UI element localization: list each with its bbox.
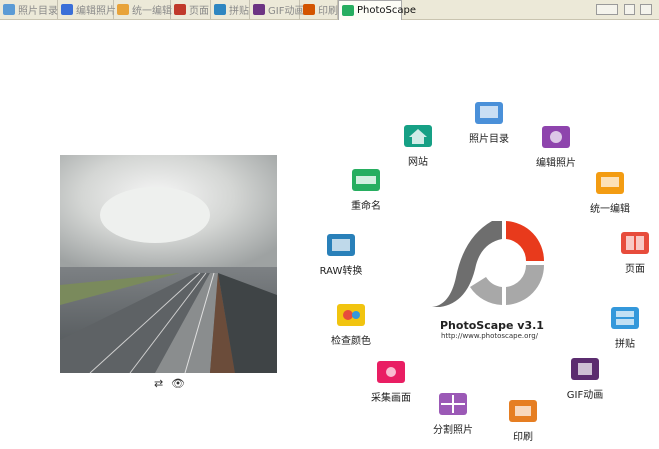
- menu-label: 统一编辑: [590, 204, 630, 215]
- menu-batch-editor[interactable]: 统一编辑: [575, 168, 645, 215]
- menu-combine[interactable]: 拼贴: [590, 303, 659, 350]
- screen-capture-icon: [374, 357, 408, 387]
- menu-photo-browser[interactable]: 照片目录: [454, 98, 524, 145]
- menu-screen-capture[interactable]: 采集画面: [356, 357, 426, 404]
- menu-rename[interactable]: 重命名: [331, 165, 401, 212]
- tab-label: 拼贴: [229, 6, 249, 17]
- film-icon: [568, 354, 602, 384]
- color-picker-icon: [334, 300, 368, 330]
- photo-browser-icon: [3, 4, 15, 15]
- tab-label: GIF动画: [268, 6, 305, 17]
- print-icon: [303, 4, 315, 15]
- menu-label: 检查颜色: [331, 336, 371, 347]
- menu-label: 拼贴: [615, 339, 635, 350]
- tab-combine[interactable]: 拼贴: [211, 0, 250, 19]
- house-icon: [401, 121, 435, 151]
- raw-converter-icon: [324, 230, 358, 260]
- page-icon: [618, 228, 652, 258]
- tab-label: 编辑照片: [76, 6, 116, 17]
- tab-gif[interactable]: GIF动画: [250, 0, 304, 19]
- website-link[interactable]: http://www.photoscape.org/: [441, 332, 538, 340]
- camera-icon: [539, 122, 573, 152]
- menu-label: 照片目录: [469, 134, 509, 145]
- photo-browser-icon: [472, 98, 506, 128]
- photoscape-tab-icon: [342, 5, 354, 16]
- slideshow-photo: [60, 155, 277, 373]
- menu-website[interactable]: 网站: [383, 121, 453, 168]
- restore-window-button[interactable]: [624, 4, 635, 15]
- menu-raw-converter[interactable]: RAW转换: [306, 230, 376, 277]
- page-icon: [174, 4, 186, 15]
- tab-label: PhotoScape: [357, 5, 416, 16]
- tab-label: 统一编辑: [132, 6, 172, 17]
- menu-page[interactable]: 页面: [600, 228, 659, 275]
- menu-print[interactable]: 印刷: [488, 396, 558, 443]
- tab-label: 照片目录: [18, 6, 58, 17]
- menu-label: RAW转换: [319, 266, 363, 277]
- tab-label: 印刷: [318, 6, 338, 17]
- menu-label: 采集画面: [371, 393, 411, 404]
- tab-editor[interactable]: 编辑照片: [58, 0, 116, 19]
- help-button[interactable]: [640, 4, 652, 15]
- tab-photoscape[interactable]: PhotoScape: [338, 0, 416, 20]
- rotate-slideshow-button[interactable]: ⇄: [154, 377, 163, 390]
- menu-label: 分割照片: [433, 425, 473, 436]
- menu-color-picker[interactable]: 检查颜色: [316, 300, 386, 347]
- combine-icon: [214, 4, 226, 15]
- menu-label: 网站: [408, 157, 428, 168]
- app-version: PhotoScape v3.1: [440, 319, 544, 332]
- tab-bar: 照片目录 编辑照片 统一编辑 页面 拼贴 GIF动画 印刷 PhotoScape: [0, 0, 659, 20]
- menu-label: 页面: [625, 264, 645, 275]
- menu-splitter[interactable]: 分割照片: [418, 389, 488, 436]
- menu-toggle-button[interactable]: [596, 4, 618, 15]
- tab-page[interactable]: 页面: [171, 0, 211, 19]
- batch-editor-icon: [117, 4, 129, 15]
- menu-label: 印刷: [513, 432, 533, 443]
- printer-icon: [506, 396, 540, 426]
- menu-label: 编辑照片: [536, 158, 576, 169]
- view-photo-button[interactable]: 👁: [171, 377, 185, 390]
- tab-label: 页面: [189, 6, 209, 17]
- splitter-icon: [436, 389, 470, 419]
- menu-gif[interactable]: GIF动画: [550, 354, 620, 401]
- tab-photo-browser[interactable]: 照片目录: [0, 0, 58, 19]
- menu-editor[interactable]: 编辑照片: [521, 122, 591, 169]
- tab-batch-editor[interactable]: 统一编辑: [114, 0, 172, 19]
- batch-editor-icon: [593, 168, 627, 198]
- editor-icon: [61, 4, 73, 15]
- menu-label: 重命名: [351, 201, 381, 212]
- rename-icon: [349, 165, 383, 195]
- tab-print[interactable]: 印刷: [300, 0, 338, 19]
- gif-icon: [253, 4, 265, 15]
- photoscape-logo: [432, 221, 544, 307]
- combine-icon: [608, 303, 642, 333]
- menu-label: GIF动画: [566, 390, 604, 401]
